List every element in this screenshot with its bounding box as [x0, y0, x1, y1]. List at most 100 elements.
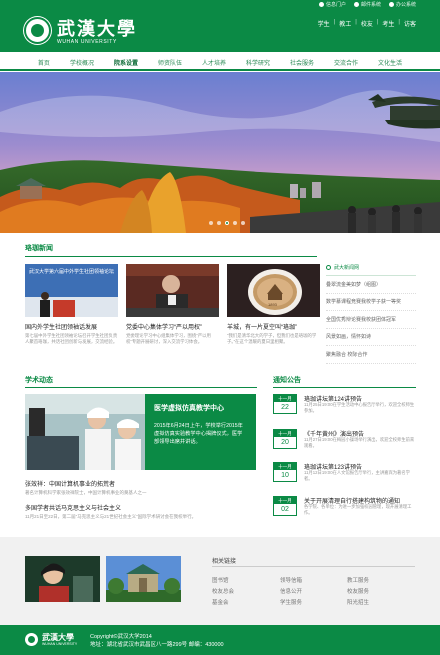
nav-departments[interactable]: 院系设置 — [104, 53, 148, 69]
links-title: 相关链接 — [212, 559, 237, 565]
nav-education[interactable]: 人才培养 — [192, 53, 236, 69]
pager-dot-active[interactable] — [225, 221, 229, 225]
divider — [25, 387, 257, 388]
notice-month: 十一月 — [274, 497, 296, 504]
divider — [212, 566, 415, 567]
academic-item-title[interactable]: 多国学者共话马克思主义与社会主义 — [25, 503, 257, 512]
pager-dot[interactable] — [217, 221, 221, 225]
brand[interactable]: 武漢大學 WUHAN UNIVERSITY — [57, 15, 137, 45]
news-thumbnail[interactable]: 武汉大学第六届中外学生社团领袖论坛 — [25, 264, 118, 317]
sidebar-item[interactable]: 风景如画，情怀如诗 — [326, 329, 416, 346]
news-title[interactable]: 国内外学生社团领袖话发展 — [25, 322, 118, 331]
nav-culture[interactable]: 文化生活 — [368, 53, 412, 69]
notices-section-title[interactable]: 通知公告 — [273, 375, 301, 385]
academic-feature-box[interactable]: 医学虚拟仿真教学中心 2015年6月24日上午，学校举行2015年虚拟仿真实验教… — [145, 394, 256, 470]
academic-feature-image[interactable] — [25, 394, 145, 470]
link-alumni-service[interactable]: 校友服务 — [347, 587, 369, 595]
brand-name: 武漢大學 — [57, 19, 137, 40]
news-sidebar: 武大新闻网 叠翠流金美如梦（组图） 数学慕课程竞赛我校学子获一等奖 全国优秀辩论… — [326, 264, 416, 364]
top-links: 信息门户 邮件系统 办公系统 — [318, 1, 416, 8]
news-card[interactable]: 武汉大学第六届中外学生社团领袖论坛 国内外学生社团领袖话发展 第七届中外学生社团… — [25, 264, 118, 345]
nav-service[interactable]: 社会服务 — [280, 53, 324, 69]
link-staff-service[interactable]: 教工服务 — [347, 576, 369, 584]
sidebar-header[interactable]: 武大新闻网 — [326, 264, 416, 276]
university-logo[interactable] — [24, 17, 51, 44]
header: 信息门户 邮件系统 办公系统 武漢大學 WUHAN UNIVERSITY 学生 |… — [0, 0, 440, 52]
svg-text:1893: 1893 — [268, 302, 278, 307]
top-link-mail[interactable]: 邮件系统 — [353, 1, 381, 8]
news-title[interactable]: 党委中心集体学习“严以用权” — [126, 322, 219, 331]
news-summary: 第七届中外学生社团领袖论坛召开学生社团负责人聚首珞珈，共话社团创新与发展，交流经… — [25, 333, 118, 345]
news-section-title[interactable]: 珞珈新闻 — [25, 243, 53, 253]
sidebar-item[interactable]: 全国优秀辩论赛我校获团体冠军 — [326, 311, 416, 329]
hero-image — [0, 72, 440, 233]
links-image-campus[interactable] — [106, 556, 181, 602]
page: 信息门户 邮件系统 办公系统 武漢大學 WUHAN UNIVERSITY 学生 |… — [0, 0, 440, 655]
news-title[interactable]: 羊城，有一片夏空叫“珞珈” — [227, 322, 320, 331]
notice-day: 10 — [281, 472, 289, 479]
notice-item[interactable]: 十一月 22 珞珈讲坛第124讲预告 11月25日19:00在学生活动中心报告厅… — [273, 394, 416, 420]
notice-item[interactable]: 十一月 20 《千年黄州》演出预告 11月27日19:00在梅园小操场举行演出，… — [273, 429, 416, 455]
sidebar-item[interactable]: 叠翠流金美如梦（组图） — [326, 276, 416, 294]
top-link-portal[interactable]: 信息门户 — [318, 1, 346, 8]
top-link-office[interactable]: 办公系统 — [388, 1, 416, 8]
news-card[interactable]: 党委中心集体学习“严以用权” 党委理论学习中心组集体学习，围绕“严以用权”专题开… — [126, 264, 219, 345]
nav-about[interactable]: 学校概况 — [60, 53, 104, 69]
news-card[interactable]: 1893 羊城，有一片夏空叫“珞珈” “我们是清华北大的学子，但我们也是珞珈的学… — [227, 264, 320, 345]
audience-staff[interactable]: 教工 — [339, 19, 351, 28]
link-library[interactable]: 图书馆 — [212, 576, 229, 584]
link-student-service[interactable]: 学生服务 — [280, 598, 302, 606]
pager-dot[interactable] — [241, 221, 245, 225]
academic-item-title[interactable]: 张效祥：中国计算机事业的拓荒者 — [25, 479, 257, 488]
academic-item-summary: 11月21日至22日，第二届“马克思主义与21世纪社会主义”国际学术研讨会在我校… — [25, 514, 197, 519]
footer-copyright: Copyright©武汉大学2014 — [90, 634, 152, 640]
mail-icon — [353, 2, 359, 7]
hero-banner[interactable] — [0, 72, 440, 233]
notice-date: 十一月 20 — [273, 429, 297, 449]
link-disclosure[interactable]: 信息公开 — [280, 587, 302, 595]
divider — [25, 256, 317, 257]
notice-summary: 11月25日19:00在学生活动中心报告厅举行，欢迎全校师生参加。 — [304, 402, 415, 413]
notice-date: 十一月 10 — [273, 462, 297, 482]
portal-icon — [318, 2, 324, 7]
pager-dot[interactable] — [233, 221, 237, 225]
notice-day: 22 — [281, 404, 289, 411]
nav-faculty[interactable]: 师资队伍 — [148, 53, 192, 69]
main-nav: 首页 学校概况 院系设置 师资队伍 人才培养 科学研究 社会服务 交流合作 文化… — [0, 53, 440, 71]
notice-date: 十一月 02 — [273, 496, 297, 516]
nav-exchange[interactable]: 交流合作 — [324, 53, 368, 69]
notice-item[interactable]: 十一月 02 关于开展清理自行搭建构筑物的通知 各学院、各单位：为进一步加强校园… — [273, 496, 416, 522]
notice-month: 十一月 — [274, 463, 296, 470]
notice-item[interactable]: 十一月 10 珞珈讲坛第123讲预告 11月12日19:00在人文馆报告厅举行，… — [273, 462, 416, 488]
audience-visitors[interactable]: 访客 — [404, 19, 416, 28]
nav-home[interactable]: 首页 — [28, 53, 60, 69]
feature-title[interactable]: 医学虚拟仿真教学中心 — [154, 403, 247, 413]
academic-item[interactable]: 多国学者共话马克思主义与社会主义 11月21日至22日，第二届“马克思主义与21… — [25, 503, 257, 520]
audience-applicants[interactable]: 考生 — [382, 19, 394, 28]
audience-alumni[interactable]: 校友 — [361, 19, 373, 28]
audience-students[interactable]: 学生 — [318, 19, 330, 28]
news-site-icon — [326, 265, 331, 270]
links-image-student[interactable] — [25, 556, 100, 602]
sidebar-item[interactable]: 数学慕课程竞赛我校学子获一等奖 — [326, 294, 416, 311]
news-thumbnail[interactable] — [126, 264, 219, 317]
academic-item-summary: 著名计算机科学家张效祥院士，中国计算机事业的奠基人之一 — [25, 490, 147, 495]
banner-text: 武汉大学第六届中外学生社团领袖论坛 — [29, 268, 114, 275]
academic-section-title[interactable]: 学术动态 — [25, 375, 53, 385]
news-thumbnail[interactable]: 1893 — [227, 264, 320, 317]
divider — [273, 387, 416, 388]
news-summary: “我们是清华北大的学子，但我们也是珞珈的学子。”在这个温暖的夏日里相聚。 — [227, 333, 317, 345]
footer-brand-english: WUHAN UNIVERSITY — [42, 642, 78, 646]
news-summary: 党委理论学习中心组集体学习，围绕“严以用权”专题开展研讨，深入交流学习体会。 — [126, 333, 211, 345]
link-mailbox[interactable]: 领导信箱 — [280, 576, 302, 584]
pager-dot[interactable] — [209, 221, 213, 225]
nav-research[interactable]: 科学研究 — [236, 53, 280, 69]
notice-summary: 各学院、各单位：为进一步加强校园管理，现开展清理工作。 — [304, 504, 412, 515]
academic-item[interactable]: 张效祥：中国计算机事业的拓荒者 著名计算机科学家张效祥院士，中国计算机事业的奠基… — [25, 479, 257, 496]
link-alumni-assoc[interactable]: 校友总会 — [212, 587, 234, 595]
link-admissions[interactable]: 阳光招生 — [347, 598, 369, 606]
link-foundation[interactable]: 基金会 — [212, 598, 229, 606]
hero-pager — [209, 221, 245, 225]
notice-date: 十一月 22 — [273, 394, 297, 414]
sidebar-item[interactable]: 聚焦融合 校际合作 — [326, 346, 416, 364]
